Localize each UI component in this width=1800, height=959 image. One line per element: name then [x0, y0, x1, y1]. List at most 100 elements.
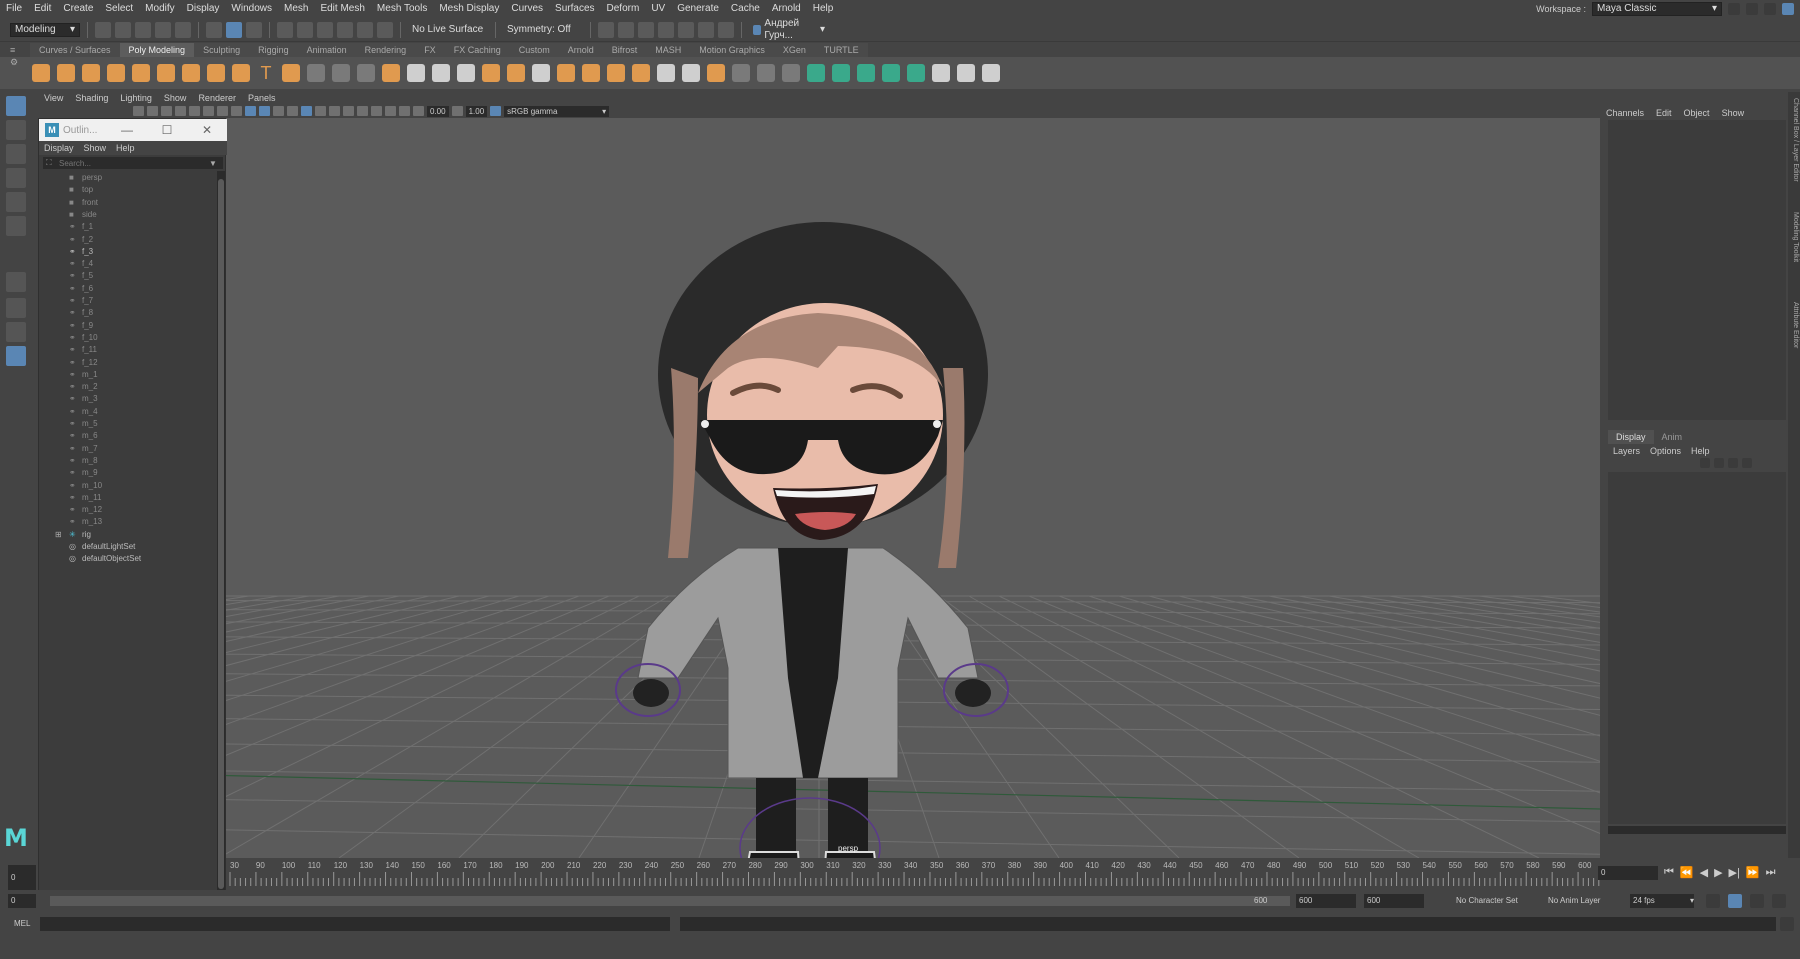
channel-menu-object[interactable]: Object: [1678, 106, 1716, 120]
layout-icon[interactable]: [1728, 3, 1740, 15]
shelf-tab-sculpting[interactable]: Sculpting: [194, 43, 250, 57]
menu-arnold[interactable]: Arnold: [766, 0, 807, 18]
undo-icon[interactable]: [155, 21, 171, 38]
single-view-icon[interactable]: [6, 272, 26, 292]
svg-icon[interactable]: [282, 64, 300, 82]
spherical-uv-icon[interactable]: [882, 64, 900, 82]
shelf-tab-bifrost[interactable]: Bifrost: [602, 43, 647, 57]
shelf-tab-custom[interactable]: Custom: [509, 43, 559, 57]
sound-icon[interactable]: [1750, 894, 1764, 908]
render-view-icon[interactable]: [598, 21, 614, 38]
script-editor-icon[interactable]: [1780, 917, 1794, 931]
uv-layout-icon[interactable]: [932, 64, 950, 82]
four-view-icon[interactable]: [6, 298, 26, 318]
menu-mesh[interactable]: Mesh: [278, 0, 314, 18]
fill-hole-icon[interactable]: [582, 64, 600, 82]
cut-uv-icon[interactable]: [957, 64, 975, 82]
side-tab-channel-box-layer-editor[interactable]: Channel Box / Layer Editor: [1789, 98, 1799, 182]
menu-mesh-display[interactable]: Mesh Display: [433, 0, 505, 18]
boolean-icon[interactable]: [457, 64, 475, 82]
uv-editor-icon[interactable]: [907, 64, 925, 82]
exposure-icon[interactable]: [413, 106, 424, 116]
gate-mask-icon[interactable]: [217, 106, 228, 116]
poly-plane-icon[interactable]: [157, 64, 175, 82]
measure-icon[interactable]: [332, 64, 350, 82]
sew-uv-icon[interactable]: [982, 64, 1000, 82]
shelf-tab-xgen[interactable]: XGen: [773, 43, 815, 57]
poly-cylinder-icon[interactable]: [82, 64, 100, 82]
gamma-field[interactable]: 1.00: [465, 105, 488, 117]
play-forward-icon[interactable]: ▶: [1714, 866, 1722, 879]
step-back-key-icon[interactable]: ⏪: [1680, 866, 1694, 879]
menu-surfaces[interactable]: Surfaces: [549, 0, 600, 18]
bridge-icon[interactable]: [507, 64, 525, 82]
time-slider[interactable]: 30 90 100 110 120 130 140 150 160 170 180 190 200 210…: [226, 858, 1600, 888]
outliner-layout-icon[interactable]: [6, 346, 26, 366]
xray-joints-icon[interactable]: [399, 106, 410, 116]
new-layer-icon[interactable]: [1728, 458, 1738, 468]
menu-curves[interactable]: Curves: [505, 0, 549, 18]
arnold-render-icon[interactable]: [698, 21, 714, 38]
snap-grid-icon[interactable]: [277, 21, 293, 38]
pause-icon[interactable]: [718, 21, 734, 38]
planar-uv-icon[interactable]: [807, 64, 825, 82]
quadrangulate-icon[interactable]: [707, 64, 725, 82]
go-to-start-icon[interactable]: ⏮: [1664, 866, 1674, 879]
render-frame-icon[interactable]: [618, 21, 634, 38]
ipr-render-icon[interactable]: [638, 21, 654, 38]
anim-end-field[interactable]: 600: [1364, 894, 1424, 908]
minimize-icon[interactable]: —: [107, 123, 147, 137]
shelf-tab-turtle[interactable]: TURTLE: [814, 43, 868, 57]
rotate-tool-icon[interactable]: [6, 192, 26, 212]
current-frame-field[interactable]: 0: [1598, 866, 1658, 880]
extrude-icon[interactable]: [532, 64, 550, 82]
live-surface-field[interactable]: No Live Surface: [408, 22, 488, 37]
snap-view-icon[interactable]: [337, 21, 353, 38]
side-tab-modeling-toolkit[interactable]: Modeling Toolkit: [1789, 212, 1799, 262]
layer-hscrollbar[interactable]: [1608, 826, 1786, 834]
field-chart-icon[interactable]: [231, 106, 242, 116]
select-tool-icon[interactable]: [6, 96, 26, 116]
lasso-tool-icon[interactable]: [6, 120, 26, 140]
poly-cone-icon[interactable]: [107, 64, 125, 82]
shelf-tab-rigging[interactable]: Rigging: [249, 43, 298, 57]
type-icon[interactable]: [357, 64, 375, 82]
resolution-gate-icon[interactable]: [203, 106, 214, 116]
filter-icon[interactable]: ⛶: [46, 158, 56, 168]
loop-icon[interactable]: [1706, 894, 1720, 908]
viewport-menu-renderer[interactable]: Renderer: [192, 93, 242, 103]
select-object-icon[interactable]: [226, 21, 242, 38]
layout-icon[interactable]: [1746, 3, 1758, 15]
bookmark-icon[interactable]: [147, 106, 158, 116]
shelf-menu-icon[interactable]: ≡ ⚙: [10, 44, 24, 84]
menu-deform[interactable]: Deform: [601, 0, 646, 18]
character-model[interactable]: [615, 222, 1009, 858]
shelf-tab-arnold[interactable]: Arnold: [558, 43, 603, 57]
poly-text-icon[interactable]: T: [257, 64, 275, 82]
auto-key-icon[interactable]: [1728, 894, 1742, 908]
triangulate-icon[interactable]: [682, 64, 700, 82]
anim-prefs-icon[interactable]: [1772, 894, 1786, 908]
layer-menu-options[interactable]: Options: [1645, 444, 1686, 458]
shelf-tab-rendering[interactable]: Rendering: [355, 43, 416, 57]
menu-generate[interactable]: Generate: [671, 0, 725, 18]
go-to-end-icon[interactable]: ⏭: [1766, 866, 1776, 879]
menu-help[interactable]: Help: [807, 0, 840, 18]
select-component-icon[interactable]: [246, 21, 262, 38]
menu-edit[interactable]: Edit: [28, 0, 57, 18]
textured-icon[interactable]: [287, 106, 298, 116]
multi-cut-icon[interactable]: [732, 64, 750, 82]
cylindrical-uv-icon[interactable]: [857, 64, 875, 82]
combine-icon[interactable]: [382, 64, 400, 82]
outliner-item[interactable]: ◎ defaultObjectSet: [39, 552, 217, 566]
layer-menu-help[interactable]: Help: [1686, 444, 1715, 458]
outliner-menu-display[interactable]: Display: [39, 141, 79, 155]
menu-edit-mesh[interactable]: Edit Mesh: [314, 0, 370, 18]
film-gate-icon[interactable]: [189, 106, 200, 116]
camera-attributes-icon[interactable]: [133, 106, 144, 116]
mirror-icon[interactable]: [482, 64, 500, 82]
viewport-menu-show[interactable]: Show: [158, 93, 193, 103]
image-plane-icon[interactable]: [161, 106, 172, 116]
symmetry-dropdown[interactable]: Symmetry: Off: [503, 22, 583, 37]
platonic-solid-icon[interactable]: [207, 64, 225, 82]
